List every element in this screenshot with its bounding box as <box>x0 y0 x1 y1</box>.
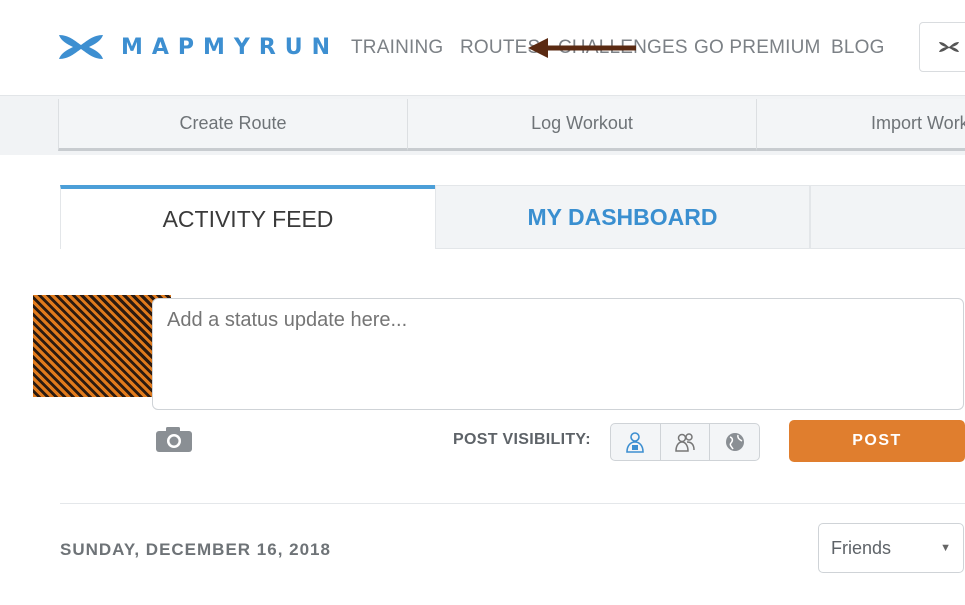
visibility-public-button[interactable] <box>710 424 759 460</box>
feed-tabs: ACTIVITY FEED MY DASHBOARD <box>60 185 965 249</box>
log-workout-button[interactable]: Log Workout <box>407 99 757 151</box>
under-armour-small-icon <box>939 42 959 52</box>
camera-icon[interactable] <box>155 425 193 453</box>
visibility-friends-button[interactable] <box>661 424 711 460</box>
brand-logo[interactable]: MAPMYRUN <box>55 32 339 62</box>
avatar <box>33 295 171 397</box>
action-bar: Create Route Log Workout Import Work <box>0 95 965 155</box>
nav-go-premium[interactable]: GO PREMIUM <box>694 37 821 59</box>
globe-icon <box>725 433 744 451</box>
tab-activity-feed[interactable]: ACTIVITY FEED <box>60 185 435 249</box>
divider <box>60 503 965 504</box>
nav-blog[interactable]: BLOG <box>831 37 885 59</box>
tab-more[interactable] <box>810 185 965 249</box>
friends-icon <box>675 433 695 452</box>
status-update-input[interactable] <box>152 298 964 410</box>
tab-my-dashboard[interactable]: MY DASHBOARD <box>435 185 810 249</box>
feed-filter-select[interactable]: Friends ▼ <box>818 523 964 573</box>
page: MAPMYRUN TRAINING ROUTES CHALLENGES GO P… <box>0 0 965 605</box>
chevron-down-icon: ▼ <box>940 542 951 554</box>
post-visibility-selector <box>610 423 760 461</box>
create-route-button[interactable]: Create Route <box>58 99 408 151</box>
feed-date: SUNDAY, DECEMBER 16, 2018 <box>60 540 331 559</box>
feed-filter-value: Friends <box>831 537 892 558</box>
under-armour-logo-icon <box>59 35 103 59</box>
brand-name: MAPMYRUN <box>121 34 340 60</box>
post-visibility-label: POST VISIBILITY: <box>453 431 591 448</box>
lock-person-icon <box>626 432 645 453</box>
import-workout-button[interactable]: Import Work <box>756 99 965 151</box>
nav-training[interactable]: TRAINING <box>351 37 443 59</box>
post-button[interactable]: POST <box>789 420 965 462</box>
annotation-arrow-icon <box>528 38 636 58</box>
visibility-private-button[interactable] <box>611 424 661 460</box>
top-navigation: MAPMYRUN TRAINING ROUTES CHALLENGES GO P… <box>0 0 965 95</box>
user-menu-button[interactable] <box>919 22 965 72</box>
